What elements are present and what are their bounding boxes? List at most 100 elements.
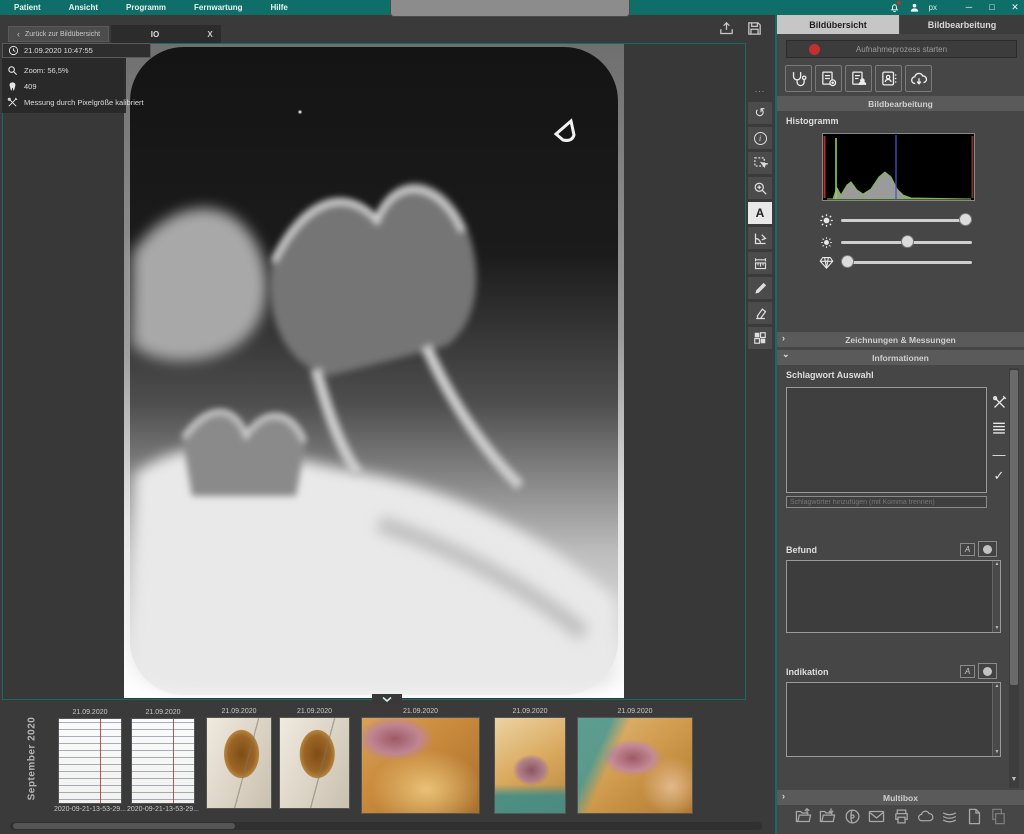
- folder-import-icon[interactable]: [819, 808, 836, 825]
- finding-record-button[interactable]: [978, 541, 997, 557]
- keyword-list-icon[interactable]: [990, 419, 1008, 437]
- thumbnail-document-1[interactable]: [58, 718, 122, 804]
- histogram-label: Histogramm: [786, 116, 839, 126]
- keyword-confirm-icon[interactable]: ✓: [990, 467, 1008, 485]
- start-capture-button[interactable]: Aufnahmeprozess starten: [786, 40, 1017, 58]
- notification-bell-icon[interactable]: [889, 2, 900, 13]
- contrast-icon: [820, 236, 833, 249]
- scroll-down-arrow[interactable]: ▼: [1009, 775, 1019, 785]
- panel-scrollbar[interactable]: ▼: [1009, 368, 1019, 788]
- panel-scrollbar-thumb[interactable]: [1010, 370, 1018, 685]
- menu-hilfe[interactable]: Hilfe: [256, 3, 301, 12]
- section-header-bildbearbeitung[interactable]: Bildbearbeitung: [777, 96, 1024, 111]
- stethoscope-icon[interactable]: [785, 65, 812, 92]
- finding-textarea[interactable]: [786, 560, 1001, 633]
- selection-tool-icon[interactable]: [747, 151, 773, 175]
- application-window: Patient Ansicht Programm Fernwartung Hil…: [0, 0, 1024, 834]
- brightness-slider-handle[interactable]: [959, 213, 972, 226]
- section-header-informationen[interactable]: ⌄ Informationen: [777, 350, 1024, 365]
- keyword-tools-icon[interactable]: [990, 393, 1008, 411]
- rotate-icon[interactable]: ↺: [747, 101, 773, 125]
- finding-scrollbar[interactable]: ▲▼: [992, 561, 1000, 632]
- image-info-overlay: Zoom: 56,5% 409 Messung durch Pixelgröße…: [2, 58, 126, 113]
- cloud-download-icon[interactable]: [905, 65, 932, 92]
- acquisition-timestamp: 21.09.2020 10:47:55: [2, 43, 151, 58]
- layers-stack-icon[interactable]: [941, 808, 958, 825]
- keyword-list[interactable]: [786, 387, 987, 493]
- filmstrip-scrollbar[interactable]: [10, 822, 762, 830]
- thumbnail-document-2[interactable]: [131, 718, 195, 804]
- filmstrip-scrollbar-thumb[interactable]: [13, 823, 235, 829]
- ruler-measure-icon[interactable]: [747, 251, 773, 275]
- histogram[interactable]: [822, 133, 975, 201]
- slider-track[interactable]: [845, 261, 972, 264]
- save-icon[interactable]: [746, 20, 763, 37]
- thumbnail-date: 21.09.2020: [131, 709, 195, 716]
- report-add-icon[interactable]: [815, 65, 842, 92]
- angle-measure-icon[interactable]: [747, 226, 773, 250]
- image-viewport: 21.09.2020 10:47:55 Zoom: 56,5% 409 Mess…: [2, 43, 746, 700]
- thumbnail-photo-mouth-2[interactable]: [494, 717, 566, 814]
- export-icon[interactable]: [718, 20, 735, 37]
- eraser-icon[interactable]: [747, 301, 773, 325]
- magnifier-icon: [7, 65, 18, 76]
- tooth-icon: [7, 81, 18, 92]
- indication-scrollbar[interactable]: ▲▼: [992, 683, 1000, 756]
- close-button[interactable]: ✕: [1008, 0, 1022, 15]
- indication-label: Indikation: [786, 667, 829, 677]
- section-header-multibox[interactable]: › Multibox: [777, 790, 1024, 805]
- slider-track[interactable]: [841, 219, 972, 222]
- maximize-button[interactable]: □: [985, 0, 999, 15]
- indication-record-button[interactable]: [978, 663, 997, 679]
- indication-textarea[interactable]: [786, 682, 1001, 757]
- thumbnail-photo-mouth-3[interactable]: [577, 717, 693, 814]
- tab-io[interactable]: IO X: [111, 25, 221, 43]
- sharpness-slider-handle[interactable]: [841, 255, 854, 268]
- folder-export-icon[interactable]: [795, 808, 812, 825]
- indication-font-button[interactable]: A: [960, 665, 975, 678]
- document-icon[interactable]: [966, 808, 983, 825]
- menu-ansicht[interactable]: Ansicht: [55, 3, 112, 12]
- copy-icon[interactable]: [990, 808, 1007, 825]
- section-header-zeichnungen[interactable]: › Zeichnungen & Messungen: [777, 332, 1024, 347]
- finding-font-button[interactable]: A: [960, 543, 975, 556]
- filmstrip-group-label: September 2020: [27, 704, 38, 814]
- keyword-remove-icon[interactable]: —: [990, 445, 1008, 463]
- tab-close-icon[interactable]: X: [199, 30, 221, 39]
- contrast-slider[interactable]: [819, 235, 979, 249]
- contrast-slider-handle[interactable]: [901, 235, 914, 248]
- xray-image[interactable]: [124, 44, 624, 698]
- tab-bildbearbeitung[interactable]: Bildbearbeitung: [900, 15, 1024, 34]
- menu-programm[interactable]: Programm: [112, 3, 180, 12]
- thumbnail-photo-dog-2[interactable]: [279, 717, 350, 809]
- zoom-in-icon[interactable]: [747, 176, 773, 200]
- pen-icon[interactable]: [747, 276, 773, 300]
- diamond-icon: [819, 255, 834, 270]
- image-info-icon[interactable]: i: [747, 126, 773, 150]
- text-annotation-icon[interactable]: A: [747, 201, 773, 225]
- menu-fernwartung[interactable]: Fernwartung: [180, 3, 256, 12]
- timestamp-text: 21.09.2020 10:47:55: [24, 46, 93, 55]
- menu-patient[interactable]: Patient: [0, 3, 55, 12]
- brightness-slider[interactable]: [819, 213, 979, 227]
- cloud-icon[interactable]: [917, 808, 934, 825]
- user-icon[interactable]: [909, 2, 920, 13]
- back-to-overview-button[interactable]: ‹ Zurück zur Bildübersicht: [8, 26, 109, 42]
- filmstrip-collapse-handle[interactable]: [372, 694, 402, 704]
- printer-icon[interactable]: [893, 808, 910, 825]
- layout-grid-icon[interactable]: [747, 326, 773, 350]
- tooth-number-text: 409: [24, 82, 37, 91]
- disc-icon[interactable]: [844, 808, 861, 825]
- tab-bilduebersicht[interactable]: Bildübersicht: [777, 15, 899, 34]
- chevron-right-icon: ›: [782, 333, 785, 343]
- keyword-input[interactable]: [786, 496, 987, 508]
- report-patient-icon[interactable]: [845, 65, 872, 92]
- contacts-icon[interactable]: [875, 65, 902, 92]
- thumbnail-date: 21.09.2020: [58, 709, 122, 716]
- toolbar-overflow[interactable]: ...: [747, 84, 773, 94]
- email-icon[interactable]: [868, 808, 885, 825]
- thumbnail-photo-dog-1[interactable]: [206, 717, 272, 809]
- thumbnail-photo-mouth-1[interactable]: [361, 717, 480, 814]
- sharpness-slider[interactable]: [819, 255, 979, 269]
- minimize-button[interactable]: ─: [962, 0, 976, 15]
